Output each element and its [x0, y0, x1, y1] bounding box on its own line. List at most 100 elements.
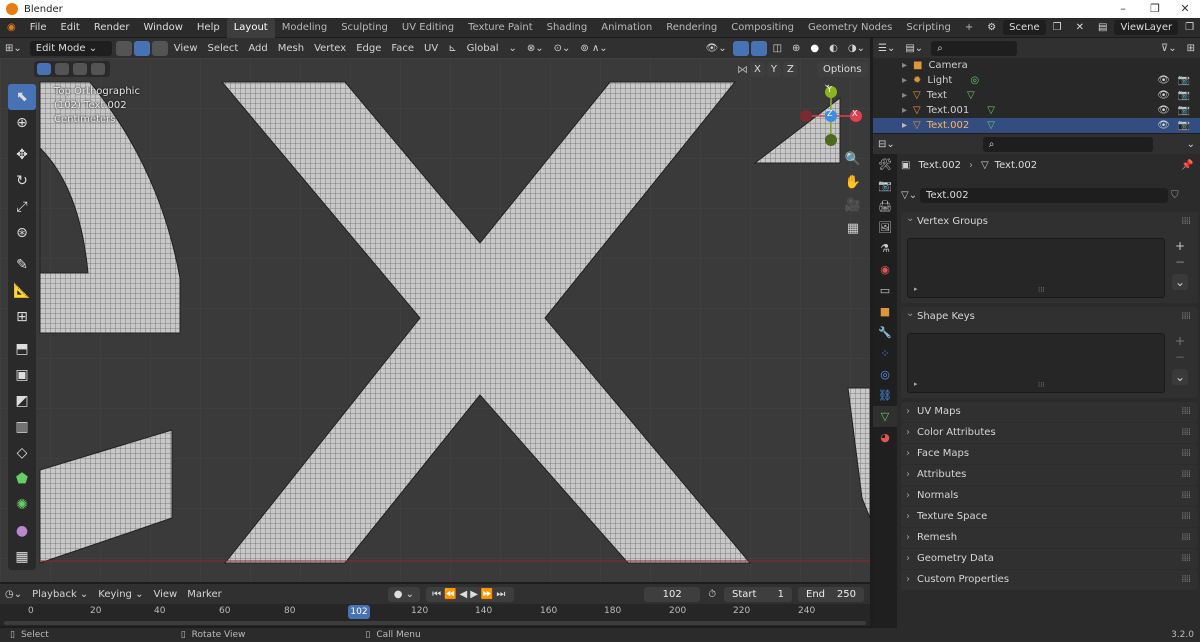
- xray-toggle-icon[interactable]: ◫: [768, 43, 787, 54]
- material-tab-icon[interactable]: ◕: [873, 427, 897, 448]
- view-layer-selector[interactable]: ViewLayer: [1114, 20, 1179, 35]
- color-attributes-panel[interactable]: Color Attributes⁞⁞⁞⁞: [901, 423, 1198, 443]
- select-new-icon[interactable]: [37, 63, 51, 75]
- pivot-point-icon[interactable]: ⊗⌄: [522, 43, 549, 54]
- tab-shading[interactable]: Shading: [540, 18, 595, 38]
- select-box-tool-icon[interactable]: ⬉: [8, 84, 36, 110]
- visibility-eye-icon[interactable]: 👁: [1157, 105, 1170, 116]
- inset-tool-icon[interactable]: ▣: [8, 362, 36, 388]
- loop-cut-tool-icon[interactable]: ▥: [8, 414, 36, 440]
- vertex-select-icon[interactable]: [115, 40, 132, 56]
- normals-panel[interactable]: Normals⁞⁞⁞⁞: [901, 486, 1198, 506]
- select-invert-icon[interactable]: [91, 63, 105, 75]
- scene-tab-icon[interactable]: ⚗: [873, 238, 897, 259]
- select-subtract-icon[interactable]: [73, 63, 87, 75]
- proportional-edit-icon[interactable]: ⊚ ∧⌄: [575, 43, 612, 54]
- cursor-tool-icon[interactable]: ⊕: [8, 110, 36, 136]
- particles-tab-icon[interactable]: ⁘: [873, 343, 897, 364]
- ortho-grid-icon[interactable]: ▦: [843, 219, 863, 239]
- render-camera-icon[interactable]: 📷: [1178, 75, 1190, 86]
- move-tool-icon[interactable]: ✥: [8, 142, 36, 168]
- 3d-viewport[interactable]: Top Orthographic (102) Text.002 Centimet…: [0, 58, 870, 582]
- scene-icon[interactable]: ⚙: [980, 18, 1003, 38]
- tab-modeling[interactable]: Modeling: [275, 18, 335, 38]
- constraints-tab-icon[interactable]: ⛓: [873, 385, 897, 406]
- record-keyframe-icon[interactable]: ● ⌄: [387, 586, 421, 602]
- render-camera-icon[interactable]: 📷: [1178, 120, 1190, 131]
- edge-select-icon[interactable]: [133, 40, 150, 56]
- poly-build-tool-icon[interactable]: ⬟: [8, 466, 36, 492]
- panel-header-shape-keys[interactable]: Shape Keys⁞⁞⁞⁞: [901, 304, 1198, 327]
- collection-tab-icon[interactable]: ▭: [873, 280, 897, 301]
- edge-slide-tool-icon[interactable]: ▦: [8, 544, 36, 570]
- spin-tool-icon[interactable]: ✺: [8, 492, 36, 518]
- output-tab-icon[interactable]: 🖨: [873, 196, 897, 217]
- add-cube-tool-icon[interactable]: ⊞: [8, 304, 36, 330]
- view-layer-icon[interactable]: ▤: [1091, 18, 1114, 38]
- menu-timeline-view[interactable]: View: [148, 589, 182, 600]
- camera-view-icon[interactable]: 🎥: [843, 196, 863, 216]
- material-shading-icon[interactable]: ◐: [824, 43, 843, 54]
- add-workspace-icon[interactable]: +: [958, 18, 980, 38]
- playback-controls[interactable]: ⏮⏪◀▶⏩⏭: [426, 586, 515, 602]
- tab-geometry-nodes[interactable]: Geometry Nodes: [801, 18, 899, 38]
- physics-tab-icon[interactable]: ◎: [873, 364, 897, 385]
- visibility-eye-icon[interactable]: 👁: [1157, 75, 1170, 86]
- data-tab-icon[interactable]: ▽: [873, 406, 897, 427]
- mesh-browse-icon[interactable]: ▽⌄: [901, 190, 917, 201]
- transform-tool-icon[interactable]: ⊛: [8, 220, 36, 246]
- vertex-group-specials-icon[interactable]: ⌄: [1172, 274, 1188, 290]
- visibility-eye-icon[interactable]: 👁: [1157, 90, 1170, 101]
- tab-texture-paint[interactable]: Texture Paint: [461, 18, 540, 38]
- tab-rendering[interactable]: Rendering: [659, 18, 724, 38]
- axis-z-toggle[interactable]: Z: [782, 62, 798, 77]
- outliner-editor-icon[interactable]: ☰⌄: [873, 43, 900, 54]
- tab-scripting[interactable]: Scripting: [899, 18, 957, 38]
- menu-add[interactable]: Add: [243, 43, 272, 54]
- menu-render[interactable]: Render: [87, 18, 137, 38]
- new-scene-icon[interactable]: ❐: [1046, 18, 1069, 38]
- menu-vertex[interactable]: Vertex: [309, 43, 351, 54]
- smooth-tool-icon[interactable]: ●: [8, 518, 36, 544]
- uv-maps-panel[interactable]: UV Maps⁞⁞⁞⁞: [901, 402, 1198, 422]
- outliner-row-text[interactable]: ▸ ▽ Text ▽ 👁 📷: [873, 88, 1200, 103]
- annotate-tool-icon[interactable]: ✎: [8, 252, 36, 278]
- overlay-toggle-icon[interactable]: [750, 40, 767, 56]
- start-frame-field[interactable]: Start 1: [724, 586, 792, 602]
- menu-help[interactable]: Help: [190, 18, 227, 38]
- scene-selector[interactable]: Scene: [1003, 20, 1046, 35]
- menu-file[interactable]: File: [23, 18, 54, 38]
- close-button[interactable]: ✕: [1170, 0, 1200, 18]
- object-tab-icon[interactable]: ■: [873, 301, 897, 322]
- transform-orientation-icon[interactable]: ⊾: [443, 43, 461, 54]
- outliner-row-light[interactable]: ▸ ✹ Light ◎ 👁 📷: [873, 73, 1200, 88]
- properties-editor-icon[interactable]: ⊟⌄: [873, 139, 900, 150]
- remove-vertex-group-button[interactable]: −: [1172, 254, 1188, 270]
- mode-selector[interactable]: Edit Mode ⌄: [29, 40, 112, 56]
- tab-sculpting[interactable]: Sculpting: [334, 18, 395, 38]
- remove-shape-key-button[interactable]: −: [1172, 349, 1188, 365]
- add-shape-key-button[interactable]: +: [1172, 333, 1188, 349]
- end-frame-field[interactable]: End 250: [798, 586, 864, 602]
- fake-user-shield-icon[interactable]: ⛉: [1171, 190, 1179, 201]
- modifier-tab-icon[interactable]: 🔧: [873, 322, 897, 343]
- texture-space-panel[interactable]: Texture Space⁞⁞⁞⁞: [901, 507, 1198, 527]
- render-shading-icon[interactable]: ◑⌄: [843, 43, 870, 54]
- face-maps-panel[interactable]: Face Maps⁞⁞⁞⁞: [901, 444, 1198, 464]
- stopwatch-icon[interactable]: ⏱: [703, 589, 721, 600]
- axis-y-toggle[interactable]: Y: [766, 62, 781, 77]
- panel-header-vertex-groups[interactable]: Vertex Groups⁞⁞⁞⁞: [901, 209, 1198, 232]
- shape-keys-list[interactable]: ▸ ⁞⁞⁞: [907, 333, 1165, 393]
- pan-hand-icon[interactable]: ✋: [843, 173, 863, 193]
- world-tab-icon[interactable]: ◉: [873, 259, 897, 280]
- timeline-scrollbar[interactable]: [4, 621, 866, 625]
- resize-grip-icon[interactable]: ⁞⁞⁞: [1038, 381, 1045, 389]
- remesh-panel[interactable]: Remesh⁞⁞⁞⁞: [901, 528, 1198, 548]
- menu-keying[interactable]: Keying ⌄: [93, 589, 148, 600]
- face-select-icon[interactable]: [151, 40, 168, 56]
- solid-shading-icon[interactable]: ●: [805, 43, 824, 54]
- outliner-search-input[interactable]: ⌕: [931, 40, 1018, 56]
- zoom-icon[interactable]: 🔍: [843, 150, 863, 170]
- custom-properties-panel[interactable]: Custom Properties⁞⁞⁞⁞: [901, 570, 1198, 590]
- filter-icon[interactable]: ⊽⌄: [1156, 43, 1182, 54]
